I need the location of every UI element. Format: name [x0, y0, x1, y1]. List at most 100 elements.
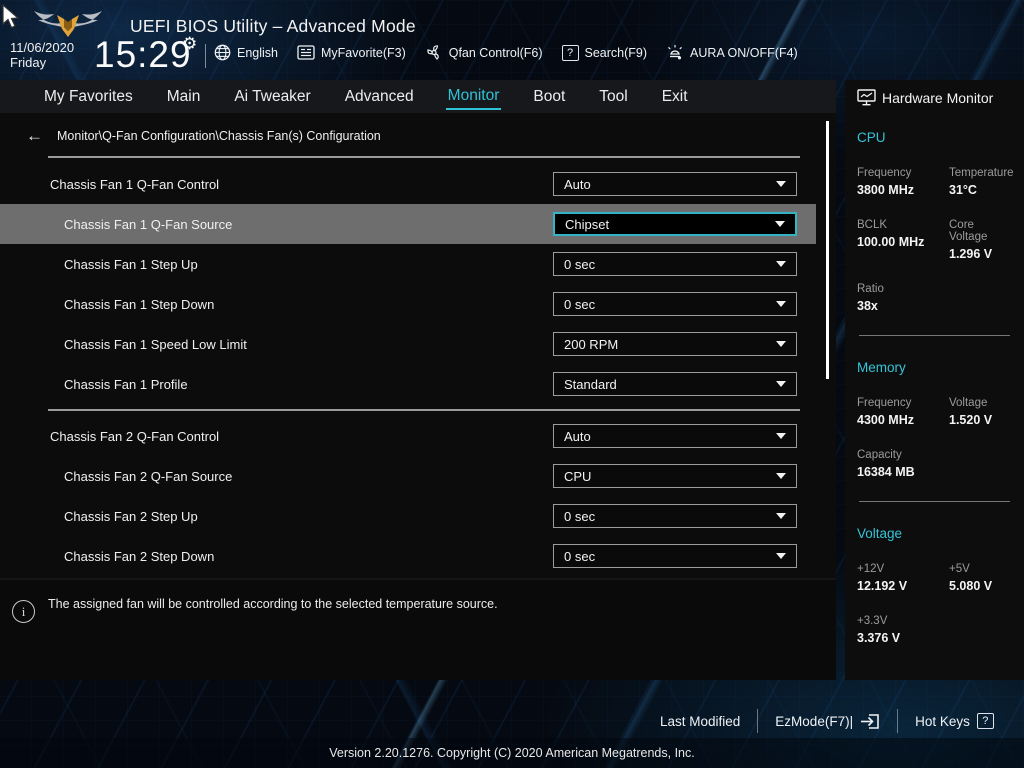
- chevron-down-icon: [776, 381, 786, 387]
- section-divider: [48, 156, 800, 158]
- voltage-section-heading: Voltage: [857, 526, 903, 541]
- footer-separator: [757, 709, 759, 733]
- setting-row-fan1-step-down[interactable]: Chassis Fan 1 Step Down 0 sec: [0, 284, 816, 324]
- dropdown-value: Chipset: [565, 216, 610, 232]
- setting-dropdown[interactable]: 0 sec: [553, 292, 797, 316]
- setting-label: Chassis Fan 2 Q-Fan Source: [64, 468, 233, 484]
- setting-row-fan2-step-down[interactable]: Chassis Fan 2 Step Down 0 sec: [0, 536, 816, 576]
- memory-frequency-value: 4300 MHz: [857, 413, 914, 427]
- search-label: Search(F9): [584, 45, 648, 60]
- back-arrow-icon[interactable]: ←: [26, 127, 43, 144]
- memory-capacity-label: Capacity: [857, 449, 902, 461]
- chevron-down-icon: [776, 181, 786, 187]
- monitor-icon: [857, 89, 876, 106]
- cpu-core-voltage-label: Core Voltage: [949, 219, 988, 243]
- memory-voltage-value: 1.520 V: [949, 413, 993, 427]
- setting-row-fan1-control[interactable]: Chassis Fan 1 Q-Fan Control Auto: [0, 164, 816, 204]
- time-label: 15:29: [94, 34, 192, 75]
- chevron-down-icon: [776, 341, 786, 347]
- memory-capacity: Capacity 16384 MB: [857, 449, 1012, 479]
- tab-main[interactable]: Main: [165, 84, 203, 109]
- setting-dropdown[interactable]: Auto: [553, 172, 797, 196]
- setting-dropdown[interactable]: 0 sec: [553, 504, 797, 528]
- tab-tool[interactable]: Tool: [597, 84, 629, 109]
- language-button[interactable]: English: [214, 44, 278, 61]
- bios-screen: UEFI BIOS Utility – Advanced Mode 11/06/…: [0, 0, 1024, 768]
- scrollbar-thumb[interactable]: [826, 121, 829, 379]
- version-bar: Version 2.20.1276. Copyright (C) 2020 Am…: [0, 738, 1024, 768]
- header-toolbar: English MyFavorite(F3) Qfan Control(F6) …: [214, 44, 798, 61]
- dropdown-value: Standard: [564, 376, 617, 392]
- version-text: Version 2.20.1276. Copyright (C) 2020 Am…: [329, 746, 695, 760]
- voltage-5v-value: 5.080 V: [949, 579, 993, 593]
- tab-exit[interactable]: Exit: [660, 84, 690, 109]
- chevron-down-icon: [776, 473, 786, 479]
- setting-label: Chassis Fan 2 Step Up: [64, 508, 198, 524]
- setting-dropdown[interactable]: CPU: [553, 464, 797, 488]
- menu-tabbar: My Favorites Main Ai Tweaker Advanced Mo…: [0, 80, 836, 113]
- memory-capacity-value: 16384 MB: [857, 465, 915, 479]
- dropdown-value: 200 RPM: [564, 336, 619, 352]
- qfan-label: Qfan Control(F6): [448, 45, 543, 60]
- cpu-bclk-corev: BCLK 100.00 MHz Core Voltage 1.296 V: [857, 219, 1012, 261]
- search-button[interactable]: ? Search(F9): [561, 44, 648, 61]
- info-bar: i The assigned fan will be controlled ac…: [0, 578, 836, 680]
- voltage-3v3: +3.3V 3.376 V: [857, 615, 1012, 645]
- settings-panel: ← Monitor\Q-Fan Configuration\Chassis Fa…: [0, 113, 836, 578]
- setting-row-fan1-source[interactable]: Chassis Fan 1 Q-Fan Source Chipset: [0, 204, 816, 244]
- tab-advanced[interactable]: Advanced: [343, 84, 416, 109]
- setting-dropdown[interactable]: Auto: [553, 424, 797, 448]
- voltage-3v3-label: +3.3V: [857, 615, 888, 627]
- setting-row-fan2-step-up[interactable]: Chassis Fan 2 Step Up 0 sec: [0, 496, 816, 536]
- hardware-monitor-title: Hardware Monitor: [882, 89, 994, 106]
- setting-label: Chassis Fan 1 Profile: [64, 376, 188, 392]
- cpu-ratio: Ratio 38x: [857, 283, 1012, 313]
- memory-freq-volt: Frequency 4300 MHz Voltage 1.520 V: [857, 397, 1012, 427]
- info-text: The assigned fan will be controlled acco…: [48, 597, 498, 611]
- day-label: Friday: [10, 55, 47, 70]
- hot-keys-button[interactable]: Hot Keys ?: [915, 713, 994, 729]
- setting-label: Chassis Fan 1 Q-Fan Control: [50, 176, 220, 192]
- dropdown-value: 0 sec: [564, 508, 596, 524]
- ezmode-button[interactable]: EzMode(F7)|: [775, 713, 880, 730]
- last-modified-button[interactable]: Last Modified: [660, 714, 740, 729]
- qfan-icon: [427, 45, 439, 60]
- myfavorite-button[interactable]: MyFavorite(F3): [297, 45, 406, 60]
- setting-row-fan2-control[interactable]: Chassis Fan 2 Q-Fan Control Auto: [0, 416, 816, 456]
- header-separator: [205, 44, 206, 68]
- dropdown-value: Auto: [564, 428, 591, 444]
- sidebar-divider: [859, 335, 1010, 336]
- setting-row-fan1-profile[interactable]: Chassis Fan 1 Profile Standard: [0, 364, 816, 404]
- tab-monitor[interactable]: Monitor: [445, 83, 502, 110]
- dropdown-value: Auto: [564, 176, 591, 192]
- chevron-down-icon: [776, 513, 786, 519]
- setting-row-fan1-low-limit[interactable]: Chassis Fan 1 Speed Low Limit 200 RPM: [0, 324, 816, 364]
- dropdown-value: CPU: [564, 468, 592, 484]
- setting-row-fan1-step-up[interactable]: Chassis Fan 1 Step Up 0 sec: [0, 244, 816, 284]
- aura-button[interactable]: AURA ON/OFF(F4): [666, 44, 798, 61]
- setting-dropdown[interactable]: 0 sec: [553, 252, 797, 276]
- memory-section-heading: Memory: [857, 360, 906, 375]
- setting-dropdown[interactable]: 0 sec: [553, 544, 797, 568]
- qfan-control-button[interactable]: Qfan Control(F6): [425, 44, 543, 61]
- cpu-core-voltage-value: 1.296 V: [949, 247, 993, 261]
- setting-dropdown-selected[interactable]: Chipset: [553, 212, 797, 236]
- setting-dropdown[interactable]: 200 RPM: [553, 332, 797, 356]
- time-settings-gear-icon[interactable]: ⚙: [182, 34, 197, 54]
- hot-keys-help-icon: ?: [976, 713, 994, 729]
- dropdown-value: 0 sec: [564, 256, 596, 272]
- breadcrumb-path: Monitor\Q-Fan Configuration\Chassis Fan(…: [57, 128, 381, 143]
- hardware-monitor-header: Hardware Monitor: [857, 89, 1012, 106]
- aura-icon: [668, 45, 682, 60]
- tab-boot[interactable]: Boot: [531, 84, 567, 109]
- setting-dropdown[interactable]: Standard: [553, 372, 797, 396]
- setting-label: Chassis Fan 2 Step Down: [64, 548, 215, 564]
- tab-ai-tweaker[interactable]: Ai Tweaker: [232, 84, 312, 109]
- ezmode-enter-icon: [861, 713, 879, 729]
- chevron-down-icon: [776, 301, 786, 307]
- hot-keys-label: Hot Keys: [915, 713, 970, 729]
- setting-row-fan2-source[interactable]: Chassis Fan 2 Q-Fan Source CPU: [0, 456, 816, 496]
- memory-voltage-label: Voltage: [949, 397, 988, 409]
- tab-my-favorites[interactable]: My Favorites: [42, 84, 135, 109]
- chevron-down-icon: [776, 261, 786, 267]
